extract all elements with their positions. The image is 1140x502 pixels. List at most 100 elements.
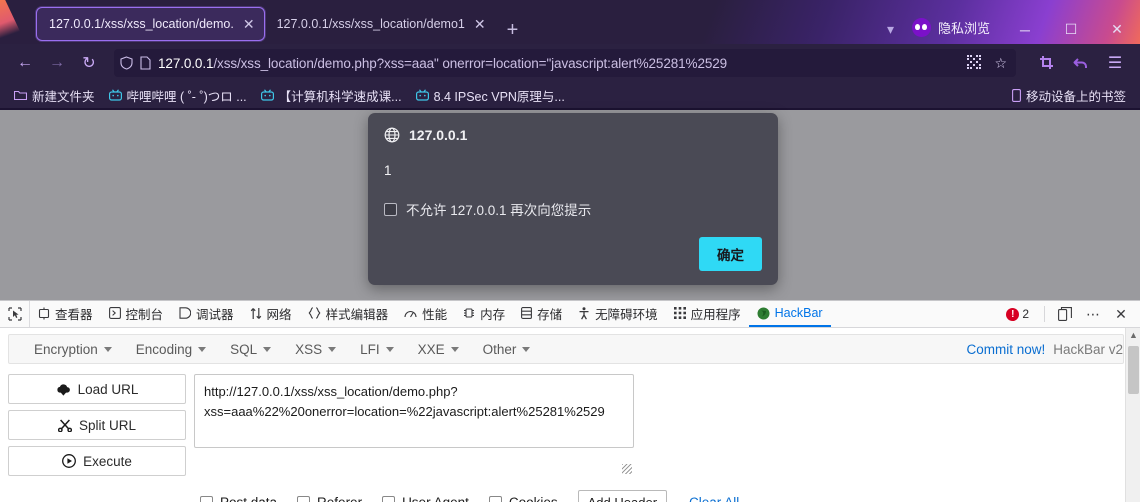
hackbar-menu-xss[interactable]: XSS	[284, 338, 347, 361]
referer-option[interactable]: Referer	[297, 495, 382, 502]
address-bar[interactable]: 127.0.0.1/xss/xss_location/demo.php?xss=…	[114, 49, 1016, 77]
devtools-tab-application[interactable]: 应用程序	[666, 301, 749, 327]
undo-icon[interactable]	[1066, 49, 1096, 77]
error-badge[interactable]: ! 2	[998, 307, 1037, 321]
devtools-tab-network[interactable]: 网络	[242, 301, 300, 327]
bookmark-item-0[interactable]: 新建文件夹	[8, 84, 101, 107]
suppress-dialogs-checkbox[interactable]	[384, 202, 397, 216]
scrollbar-thumb[interactable]	[1128, 346, 1139, 394]
bookmark-item-0-label: 新建文件夹	[32, 89, 95, 104]
devtools-tab-style-editor[interactable]: 样式编辑器	[300, 301, 397, 327]
clear-all-link[interactable]: Clear All	[667, 495, 739, 502]
user-agent-checkbox[interactable]	[382, 496, 396, 502]
split-url-button[interactable]: Split URL	[8, 410, 186, 440]
devtools-tab-memory[interactable]: 内存	[455, 301, 513, 327]
viewport-top-divider	[0, 108, 1140, 110]
add-header-button[interactable]: Add Header	[577, 490, 668, 502]
address-bar-text[interactable]: 127.0.0.1/xss/xss_location/demo.php?xss=…	[158, 56, 957, 71]
hackbar-menubar: Encryption Encoding SQL XSS LFI XXE Othe…	[8, 334, 1124, 364]
bookmark-item-2[interactable]: 【计算机科学速成课...	[255, 84, 408, 107]
dialog-ok-button[interactable]: 确定	[699, 237, 762, 271]
hackbar-menu-xxe-label: XXE	[417, 341, 445, 357]
hackbar-menu-sql[interactable]: SQL	[219, 338, 282, 361]
new-tab-button[interactable]: +	[495, 20, 531, 44]
bookmark-star-icon[interactable]: ☆	[991, 55, 1010, 72]
chevron-down-icon	[198, 346, 207, 352]
browser-tab-1-title: 127.0.0.1/xss/xss_location/demo.	[49, 17, 234, 31]
chevron-down-icon[interactable]: ▾	[887, 21, 912, 44]
network-icon	[250, 307, 262, 320]
hackbar-body: Load URL Split URL Execute	[0, 364, 1140, 476]
chevron-down-icon	[263, 346, 272, 352]
cookies-option[interactable]: Cookies	[488, 495, 578, 502]
close-icon[interactable]: ✕	[471, 15, 489, 33]
hackbar-menu-encoding[interactable]: Encoding	[125, 338, 217, 361]
cookies-checkbox[interactable]	[488, 496, 502, 502]
performance-icon	[404, 307, 417, 319]
bookmarks-bar: 新建文件夹 哔哩哔哩 ( ˚- ˚)つロ ... 【计算机科学速成课... 8.…	[0, 82, 1140, 108]
bookmark-item-3[interactable]: 8.4 IPSec VPN原理与...	[410, 84, 571, 107]
referer-checkbox[interactable]	[297, 496, 311, 502]
hackbar-menu-other[interactable]: Other	[472, 338, 542, 361]
forward-icon[interactable]: →	[42, 49, 72, 77]
menu-icon[interactable]: ☰	[1100, 49, 1130, 77]
hackbar-menu-xss-label: XSS	[295, 341, 323, 357]
devtools-tab-storage-label: 存储	[537, 307, 563, 322]
post-data-option[interactable]: Post data	[200, 495, 297, 502]
back-icon[interactable]: ←	[10, 49, 40, 77]
error-count: 2	[1022, 307, 1029, 321]
bookmark-mobile-folder[interactable]: 移动设备上的书签	[1006, 84, 1132, 107]
hackbar-menu-xxe[interactable]: XXE	[407, 338, 470, 361]
commit-now-link[interactable]: Commit now!	[966, 342, 1045, 357]
devtools-tab-hackbar[interactable]: HackBar	[748, 301, 831, 327]
devtools-tab-performance[interactable]: 性能	[396, 301, 455, 327]
bookmark-item-3-label: 8.4 IPSec VPN原理与...	[433, 89, 565, 104]
hackbar-menu-lfi[interactable]: LFI	[349, 338, 405, 361]
inspector-icon	[38, 307, 50, 320]
user-agent-option[interactable]: User Agent	[382, 495, 489, 502]
url-textarea[interactable]	[194, 374, 634, 448]
minimize-button[interactable]: ─	[1002, 22, 1048, 38]
url-host: 127.0.0.1	[158, 55, 214, 71]
shield-icon[interactable]	[120, 56, 133, 70]
devtools-tab-network-label: 网络	[266, 307, 292, 322]
console-icon	[108, 307, 121, 319]
storage-icon	[521, 307, 533, 319]
load-url-button[interactable]: Load URL	[8, 374, 186, 404]
style-editor-icon	[308, 307, 321, 319]
textarea-resize-handle[interactable]	[622, 464, 632, 474]
dialog-header: 127.0.0.1	[384, 127, 762, 143]
chevron-down-icon	[450, 346, 459, 352]
scroll-up-arrow-icon[interactable]: ▲	[1126, 328, 1140, 342]
url-path: /xss/xss_location/demo.php?xss=aaa" oner…	[213, 55, 728, 71]
devtools-tab-storage[interactable]: 存储	[513, 301, 570, 327]
close-icon[interactable]: ✕	[240, 15, 258, 33]
chevron-down-icon	[103, 346, 112, 352]
devtools-tab-inspector[interactable]: 查看器	[30, 301, 101, 327]
crop-icon[interactable]	[1032, 49, 1062, 77]
qr-code-icon[interactable]	[964, 54, 984, 72]
browser-tab-2-title: 127.0.0.1/xss/xss_location/demo1	[276, 17, 465, 31]
private-browsing-label: 隐私浏览	[937, 21, 990, 36]
close-devtools-icon[interactable]: ✕	[1108, 301, 1134, 327]
page-icon[interactable]	[140, 56, 151, 70]
browser-tab-1[interactable]: 127.0.0.1/xss/xss_location/demo. ✕	[36, 7, 265, 41]
bookmark-item-1[interactable]: 哔哩哔哩 ( ˚- ˚)つロ ...	[103, 84, 253, 107]
close-window-button[interactable]: ✕	[1094, 21, 1140, 38]
browser-tab-2[interactable]: 127.0.0.1/xss/xss_location/demo1 ✕	[265, 7, 495, 41]
reload-icon[interactable]: ↻	[74, 49, 104, 77]
more-options-icon[interactable]: ⋯	[1080, 301, 1106, 327]
private-browsing-indicator: 隐私浏览	[911, 18, 1002, 44]
devtools-tab-debugger[interactable]: 调试器	[171, 301, 242, 327]
element-picker-icon[interactable]	[0, 301, 30, 327]
dock-panel-icon[interactable]	[1052, 301, 1078, 327]
hackbar-version-label: HackBar v2	[1053, 341, 1123, 357]
devtools-tab-accessibility[interactable]: 无障碍环境	[570, 301, 666, 327]
devtools-tab-console[interactable]: 控制台	[101, 301, 172, 327]
hackbar-menu-encryption[interactable]: Encryption	[23, 338, 123, 361]
suppress-dialogs-checkbox-row[interactable]: 不允许 127.0.0.1 再次向您提示	[384, 199, 762, 219]
hackbar-scrollbar[interactable]: ▲	[1125, 328, 1140, 502]
maximize-button[interactable]: ☐	[1048, 21, 1094, 38]
post-data-checkbox[interactable]	[200, 496, 213, 502]
execute-button[interactable]: Execute	[8, 446, 186, 476]
